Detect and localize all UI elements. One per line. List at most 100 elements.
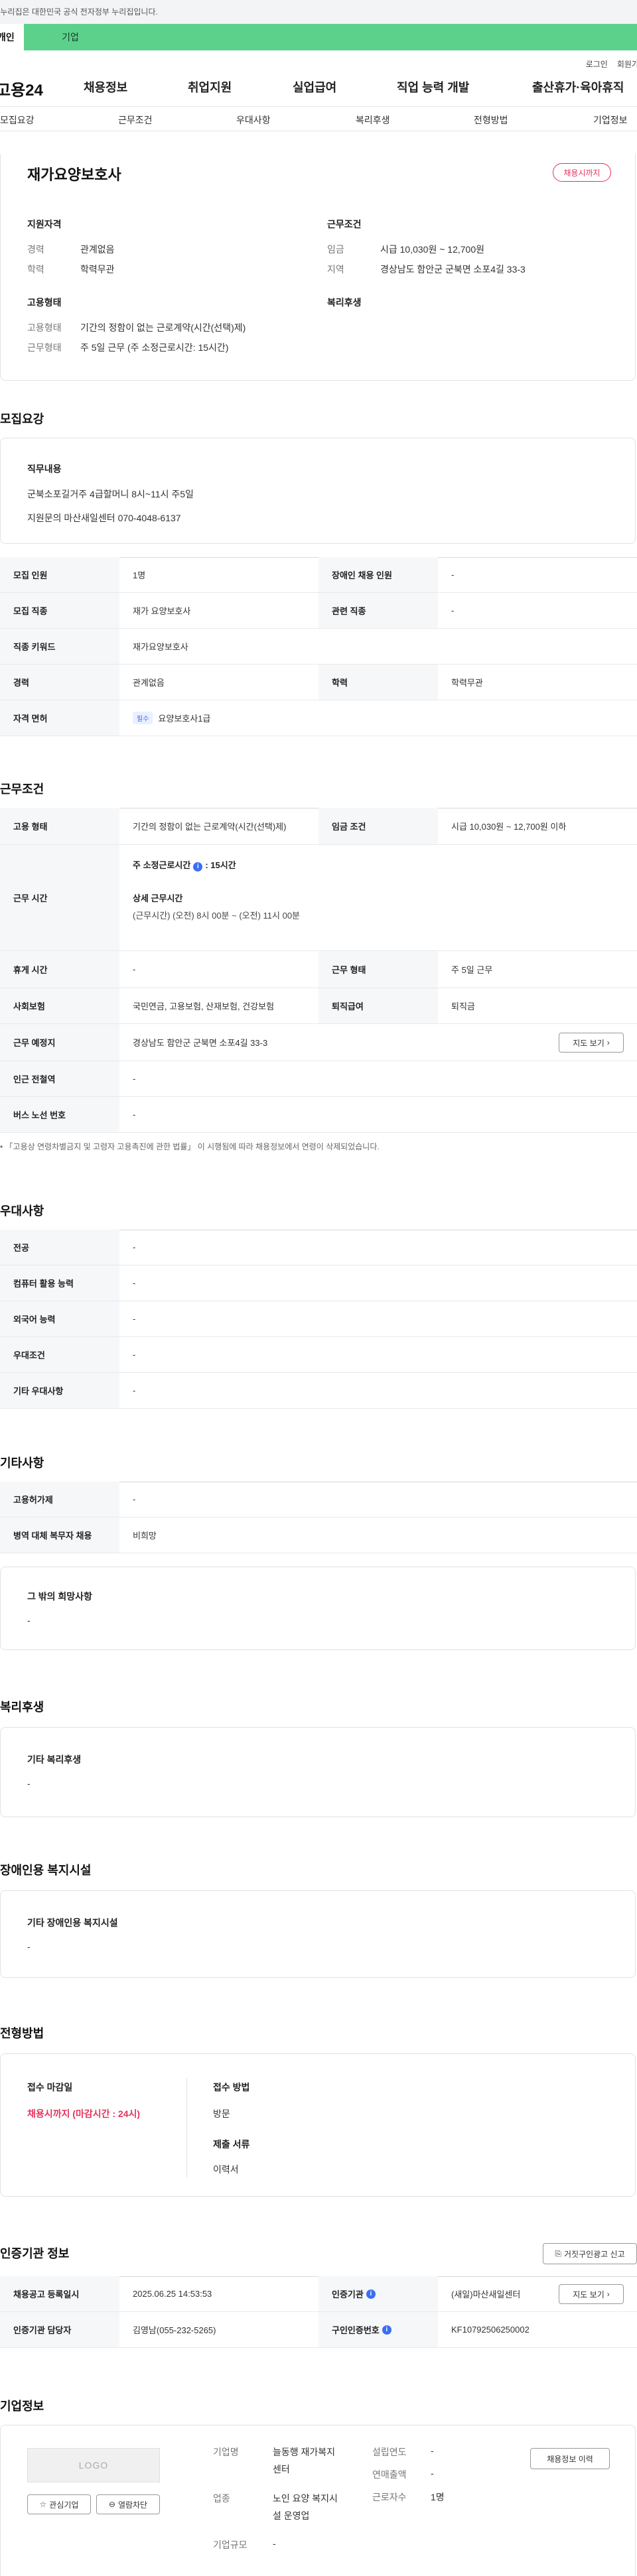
table-row: 인증기관 담당자 김영남(055-232-5265) 구인인증번호 i KF107… [0, 2312, 637, 2348]
row-value: - [451, 606, 455, 615]
tab-personal[interactable]: 개인 [0, 24, 24, 50]
row-label: 퇴직급여 [318, 988, 438, 1023]
table-row: 우대조건 - [0, 1337, 637, 1373]
table-row: 인근 전철역 - [0, 1061, 637, 1097]
info-icon[interactable]: i [193, 862, 203, 871]
row-value: 재가 요양보호사 [133, 606, 191, 616]
gnb-item-employment-support[interactable]: 취업지원 [188, 78, 232, 96]
block-view-button[interactable]: ⊖ 열람차단 [96, 2494, 160, 2514]
table-row: 버스 노선 번호 - [0, 1097, 637, 1133]
license-value: 요양보호사1급 [158, 714, 211, 724]
duty-heading: 직무내용 [27, 464, 62, 474]
info-icon[interactable]: i [382, 2325, 391, 2335]
chevron-right-icon: › [606, 1038, 610, 1047]
row-value: - [133, 1314, 136, 1324]
map-button[interactable]: 지도 보기 › [559, 1033, 624, 1053]
row-label: 모집 인원 [0, 557, 119, 592]
favorite-company-button[interactable]: ☆ 관심기업 [27, 2494, 91, 2514]
row-label: 휴게 시간 [0, 951, 119, 988]
table-row: 컴퓨터 활용 능력 - [0, 1265, 637, 1301]
subnav-conditions[interactable]: 근무조건 [118, 113, 153, 127]
table-row: 근무 예정지 경상남도 함안군 군북면 소포4길 33-3 지도 보기 › [0, 1024, 637, 1061]
row-label: 채용공고 등록일시 [0, 2276, 119, 2311]
subnav-preferences[interactable]: 우대사항 [236, 113, 271, 127]
worktype-value: 주 5일 근무 (주 소정근로시간: 15시간) [80, 342, 229, 353]
row-label: 인근 전철역 [0, 1061, 119, 1096]
wage-label: 임금 [327, 244, 344, 255]
cert-map-button[interactable]: 지도 보기 › [559, 2284, 624, 2304]
worktype-label: 근무형태 [27, 342, 62, 353]
row-value: 필수 요양보호사1급 [133, 700, 210, 736]
subnav-welfare[interactable]: 복리후생 [356, 113, 390, 127]
row-label: 버스 노선 번호 [0, 1097, 119, 1132]
row-value: 퇴직금 [451, 1001, 475, 1011]
wage-value: 시급 10,030원 ~ 12,700원 [380, 244, 485, 255]
area-label: 지역 [327, 264, 344, 275]
status-badge: 채용시까지 [553, 163, 611, 182]
site-logo[interactable]: 고용24 [0, 77, 69, 100]
chevron-right-icon: › [606, 2289, 610, 2299]
required-tag: 필수 [133, 712, 153, 724]
global-nav: 고용24 채용정보 취업지원 실업급여 직업 능력 개발 출산휴가·육아휴직 [0, 69, 637, 106]
row-label: 병역 대체 복무자 채용 [0, 1517, 119, 1553]
company-name-value-2: 센터 [273, 2464, 290, 2475]
row-value: 경상남도 함안군 군북면 소포4길 33-3 [133, 1038, 268, 1048]
row-label: 컴퓨터 활용 능력 [0, 1265, 119, 1301]
detail-hours-value: (근무시간) (오전) 8시 00분 ~ (오전) 11시 00분 [133, 911, 301, 921]
tab-company[interactable]: 기업 [24, 24, 117, 50]
subnav-company[interactable]: 기업정보 [593, 113, 628, 127]
row-value: 김영남(055-232-5265) [133, 2325, 216, 2335]
row-value: 기간의 정함이 없는 근로계약(시간(선택)제) [133, 822, 287, 832]
preferences-heading: 우대사항 [0, 1204, 44, 1218]
table-row: 휴게 시간 - 근무 형태 주 5일 근무 [0, 951, 637, 988]
gnb-item-jobs[interactable]: 채용정보 [84, 78, 127, 96]
emp-heading: 고용형태 [27, 297, 62, 308]
table-row: 직종 키워드 재가요양보호사 [0, 629, 637, 665]
detail-hours-title: 상세 근무시간 [133, 893, 183, 903]
row-label: 외국어 능력 [0, 1301, 119, 1336]
welfare-section-heading: 복리후생 [0, 1701, 44, 1714]
subnav-recruit[interactable]: 모집요강 [0, 113, 35, 127]
hiring-history-button[interactable]: 채용정보 이력 [530, 2448, 610, 2469]
section-subnav: 모집요강 근무조건 우대사항 복리후생 전형방법 기업정보 [0, 106, 637, 131]
etc-value: - [27, 1615, 31, 1626]
row-value: 1명 [133, 570, 146, 580]
row-value: - [133, 1242, 136, 1252]
signup-link[interactable]: 회원가입 [617, 58, 637, 69]
duty-line-2: 지원문의 마산새일센터 070-4048-6137 [27, 513, 181, 523]
subnav-selection[interactable]: 전형방법 [474, 113, 508, 127]
edu-label: 학력 [27, 264, 44, 275]
gnb-item-training[interactable]: 직업 능력 개발 [397, 78, 469, 96]
user-type-tabs: 개인 기업 [0, 24, 637, 50]
gov-banner: 이 누리집은 대한민국 공식 전자정부 누리집입니다. [0, 0, 637, 24]
row-label: 모집 직종 [0, 593, 119, 628]
report-icon: ⎘ [555, 2248, 561, 2258]
qual-heading: 지원자격 [27, 219, 62, 229]
report-ad-button[interactable]: ⎘ 거짓구인광고 신고 [543, 2243, 637, 2264]
company-name-label: 기업명 [213, 2447, 239, 2457]
summary-card: 재가요양보호사 채용시까지 지원자격 경력 관계없음 학력 학력무관 근무조건 … [0, 154, 636, 381]
row-label: 사회보험 [0, 988, 119, 1023]
method-label: 접수 방법 [213, 2082, 250, 2093]
info-icon[interactable]: i [366, 2289, 376, 2299]
login-link[interactable]: 로그인 [586, 58, 608, 69]
table-row: 채용공고 등록일시 2025.06.25 14:53:53 인증기관 i (새일)… [0, 2276, 637, 2312]
row-label: 관련 직종 [318, 593, 438, 628]
docs-value: 이력서 [213, 2164, 239, 2175]
sales-value: - [431, 2468, 434, 2479]
row-value: - [133, 1385, 136, 1395]
welfare-heading: 복리후생 [327, 297, 362, 308]
row-label: 기타 우대사항 [0, 1373, 119, 1408]
docs-label: 제출 서류 [213, 2139, 250, 2150]
gnb-item-parental-leave[interactable]: 출산휴가·육아휴직 [532, 78, 624, 96]
table-row: 기타 우대사항 - [0, 1373, 637, 1409]
row-value: - [133, 1350, 136, 1360]
row-value: 관계없음 [133, 678, 165, 688]
block-icon: ⊖ [108, 2500, 115, 2509]
disability-box-value: - [27, 1941, 31, 1952]
gnb-item-unemployment[interactable]: 실업급여 [293, 78, 336, 96]
gov-banner-text: 이 누리집은 대한민국 공식 전자정부 누리집입니다. [0, 7, 158, 17]
disability-box-title: 기타 장애인용 복지시설 [27, 1917, 118, 1928]
company-name-value-1: 늘동행 재가복지 [273, 2447, 336, 2457]
age-footnote: • 「고용상 연령차별금지 및 고령자 고용촉진에 관한 법률」 이 시행됨에 … [0, 1142, 380, 1151]
